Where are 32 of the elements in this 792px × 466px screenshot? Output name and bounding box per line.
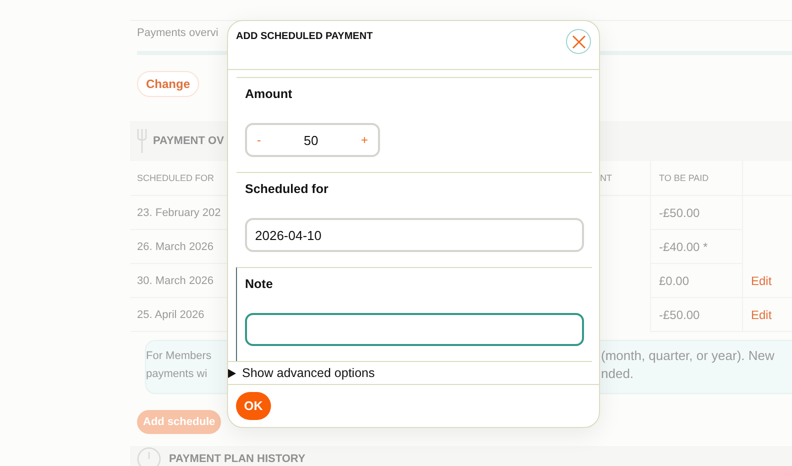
amount-value: 50: [304, 132, 318, 148]
overview-label: Payments overvi: [136, 26, 220, 41]
section-title: PAYMENT PLAN HISTORY: [169, 453, 306, 465]
field-label: Scheduled for: [245, 182, 330, 198]
change-button[interactable]: Change: [137, 71, 200, 97]
edit-link[interactable]: Edit: [743, 298, 792, 332]
input-field[interactable]: [245, 313, 584, 346]
column-header: TO BE PAID: [650, 161, 743, 196]
increment-button[interactable]: +: [356, 133, 372, 147]
table-cell: -£50.00: [650, 196, 743, 230]
advanced-options-toggle[interactable]: Show advanced options: [228, 366, 375, 380]
field-label: Note: [245, 277, 274, 293]
table-cell: £0.00: [650, 264, 743, 298]
info-text: nded.: [601, 365, 635, 383]
info-text: payments wi: [146, 367, 208, 382]
clock-icon: [137, 447, 161, 466]
field-label: Amount: [245, 87, 294, 103]
decrement-button[interactable]: -: [253, 133, 265, 147]
dialog-title: ADD SCHEDULED PAYMENT: [236, 31, 373, 42]
ok-button[interactable]: OK: [236, 392, 271, 420]
disclosure-triangle-icon: [228, 368, 236, 378]
close-icon: [572, 34, 586, 48]
fork-icon: [137, 129, 147, 153]
section-title: PAYMENT OV: [153, 135, 224, 147]
edit-link[interactable]: Edit: [743, 264, 792, 298]
info-text: (month, quarter, or year). New: [601, 347, 776, 365]
input-field[interactable]: 2026-04-10: [245, 218, 584, 252]
close-button[interactable]: [566, 29, 591, 54]
table-cell: -£50.00: [650, 298, 743, 332]
info-text: For Members: [146, 349, 212, 364]
amount-stepper[interactable]: - 50 +: [245, 123, 380, 157]
table-cell: -£40.00 *: [650, 230, 743, 264]
